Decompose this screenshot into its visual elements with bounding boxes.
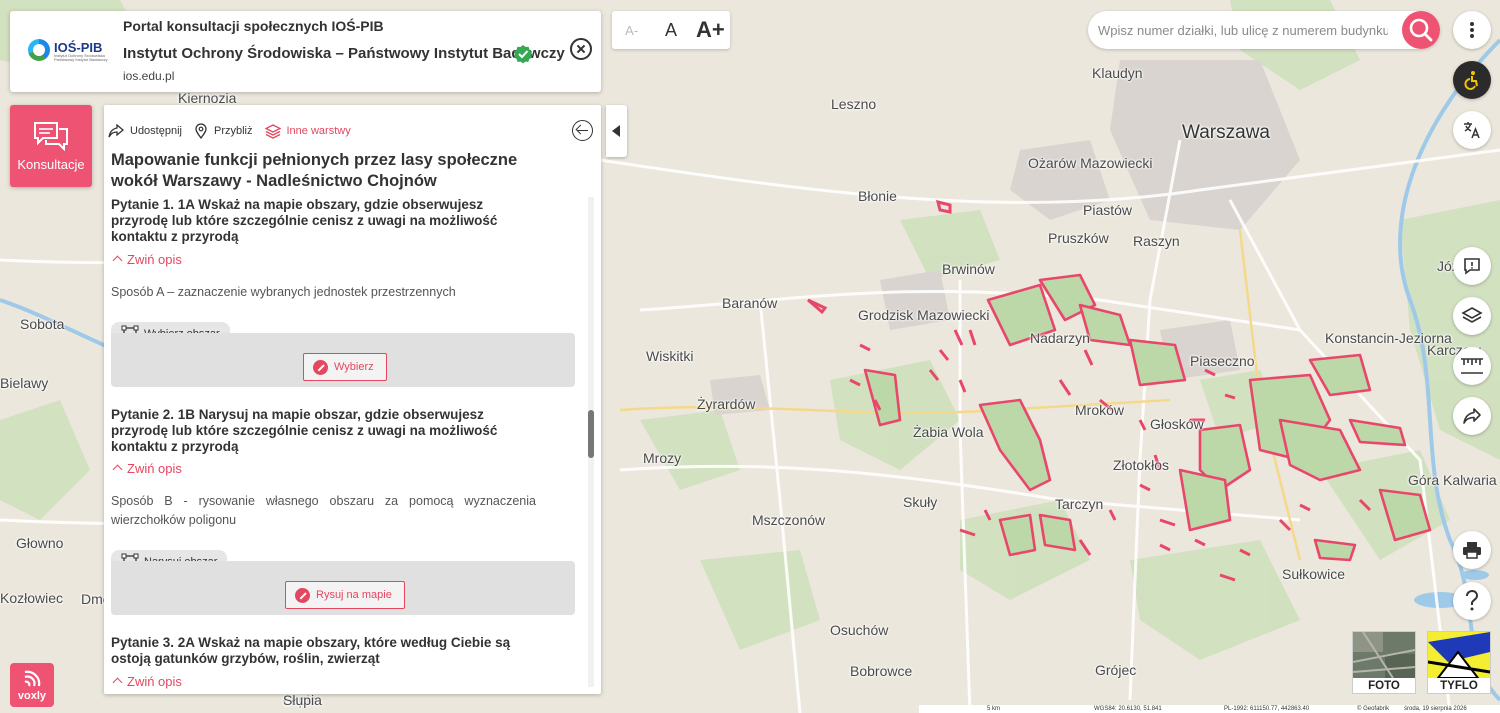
share-label: Udostępnij	[130, 125, 182, 137]
consultation-panel: Udostępnij Przybliż Inne warstwy Mapowan…	[104, 105, 601, 694]
help-icon	[1466, 590, 1479, 611]
konsultacje-button[interactable]: Konsultacje	[10, 105, 92, 187]
draw-on-map-label: Rysuj na mapie	[316, 589, 392, 601]
panel-scrollbar-thumb[interactable]	[588, 410, 594, 458]
search-input[interactable]	[1098, 20, 1388, 40]
translate-button[interactable]	[1453, 111, 1491, 149]
report-button[interactable]	[1453, 247, 1491, 285]
search-button[interactable]	[1402, 11, 1440, 49]
pencil-circle-icon	[313, 359, 328, 375]
select-button[interactable]: Wybierz	[303, 353, 387, 381]
other-layers-link[interactable]: Inne warstwy	[264, 123, 351, 139]
layers-icon	[1461, 307, 1483, 323]
question-2-method: Sposób B - rysowanie własnego obszaru za…	[111, 494, 536, 527]
question-2-title: Pytanie 2. 1B Narysuj na mapie obszar, g…	[111, 407, 498, 454]
layers-button[interactable]	[1453, 297, 1491, 335]
organization-url[interactable]: ios.edu.pl	[123, 69, 174, 83]
panel-toolbar: Udostępnij Przybliż Inne warstwy	[108, 122, 363, 140]
draw-on-map-button[interactable]: Rysuj na mapie	[285, 581, 405, 609]
scale-label: 5 km	[987, 706, 1001, 712]
organization-name: Instytut Ochrony Środowiska – Państwowy …	[123, 45, 565, 62]
more-vertical-icon	[1470, 22, 1474, 38]
foto-preview-icon	[1353, 632, 1415, 678]
tyflo-label: TYFLO	[1440, 680, 1478, 692]
share-link[interactable]: Udostępnij	[108, 124, 182, 138]
share-icon	[1463, 408, 1481, 424]
status-bar: 5 km WGS84: 20.6130, 51.841 PL-1992: 611…	[919, 705, 1500, 713]
font-normal-button[interactable]: A	[651, 20, 690, 41]
basemap-foto-thumb[interactable]: FOTO	[1352, 631, 1416, 694]
layers-stack-icon	[264, 123, 281, 139]
collapse-panel-button[interactable]	[606, 105, 627, 157]
accessibility-icon	[1464, 71, 1478, 90]
voxly-button[interactable]: voxly	[10, 663, 54, 707]
foto-label: FOTO	[1368, 680, 1400, 692]
help-button[interactable]	[1453, 582, 1491, 620]
konsultacje-label: Konsultacje	[17, 157, 85, 172]
share-map-button[interactable]	[1453, 397, 1491, 435]
font-increase-button[interactable]: A+	[691, 17, 730, 43]
zoom-link[interactable]: Przybliż	[194, 123, 253, 139]
zoom-label: Przybliż	[213, 125, 253, 137]
consultation-chat-icon	[34, 122, 68, 151]
logo-subtitle: Instytut Ochrony Środowiska Państwowy In…	[54, 53, 108, 62]
menu-button[interactable]	[1453, 11, 1491, 49]
accessibility-button[interactable]	[1453, 61, 1491, 99]
question-3-title: Pytanie 3. 2A Wskaż na mapie obszary, kt…	[111, 635, 511, 666]
select-button-label: Wybierz	[334, 361, 374, 373]
voxly-signal-icon	[24, 670, 41, 687]
other-layers-label: Inne warstwy	[286, 125, 351, 137]
close-info-icon[interactable]	[570, 38, 592, 60]
back-arrow-icon[interactable]	[572, 120, 593, 141]
ruler-icon	[1461, 358, 1483, 374]
share-arrow-icon	[108, 124, 124, 138]
translate-icon	[1464, 122, 1480, 139]
print-button[interactable]	[1453, 531, 1491, 569]
date-label: środa, 19 sierpnia 2026	[1404, 706, 1467, 712]
measure-button[interactable]	[1453, 347, 1491, 385]
wgs84-coords: WGS84: 20.6130, 51.841	[1094, 706, 1162, 712]
question-1-method: Sposób A – zaznaczenie wybranych jednost…	[111, 285, 456, 299]
font-decrease-button[interactable]: A-	[612, 23, 651, 38]
portal-title: Portal konsultacji społecznych IOŚ-PIB	[123, 18, 384, 34]
question-1-collapse-link[interactable]: Zwiń opis	[114, 252, 182, 267]
pl1992-coords: PL-1992: 611150.77, 442863.40	[1224, 706, 1310, 712]
tyflo-preview-icon	[1428, 632, 1490, 678]
search-bar	[1088, 11, 1440, 49]
report-icon	[1464, 258, 1480, 275]
voxly-label: voxly	[17, 690, 47, 702]
location-pin-icon	[195, 123, 207, 139]
verified-badge-icon	[514, 45, 532, 64]
basemap-tyflo-thumb[interactable]: TYFLO	[1427, 631, 1491, 694]
font-size-controls: A- A A+	[612, 11, 730, 49]
question-2-collapse-link[interactable]: Zwiń opis	[114, 461, 182, 476]
consultation-title: Mapowanie funkcji pełnionych przez lasy …	[111, 151, 518, 190]
ios-pib-logo: IOŚ-PIB Instytut Ochrony Środowiska Pańs…	[28, 39, 116, 65]
portal-info-card: IOŚ-PIB Instytut Ochrony Środowiska Pańs…	[10, 11, 601, 92]
print-icon	[1463, 542, 1481, 559]
copyright[interactable]: © Geofabrik	[1357, 706, 1389, 712]
question-3-collapse-link[interactable]: Zwiń opis	[114, 674, 182, 689]
pencil-circle-icon	[295, 587, 310, 603]
search-icon	[1409, 18, 1433, 42]
question-1-title: Pytanie 1. 1A Wskaż na mapie obszary, gd…	[111, 197, 498, 244]
